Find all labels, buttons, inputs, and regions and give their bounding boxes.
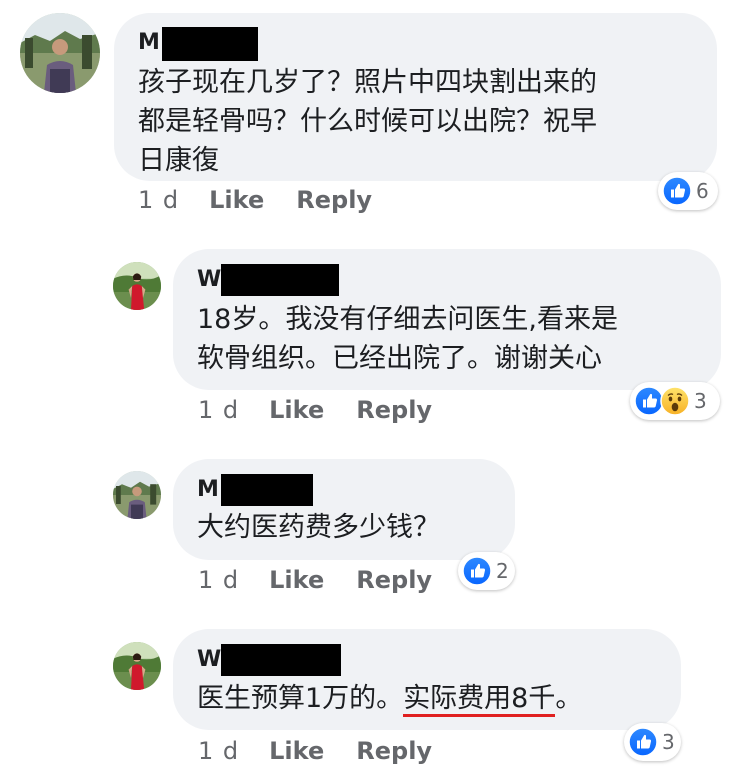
commenter-avatar[interactable] <box>113 642 161 690</box>
redacted-name-block <box>221 644 341 676</box>
comment-text-line: 大约医药费多少钱？ <box>197 512 440 543</box>
underlined-text: 实际费用8千 <box>403 683 556 717</box>
commenter-avatar[interactable] <box>113 471 161 519</box>
commenter-name[interactable]: M <box>138 30 160 55</box>
avatar-image <box>113 262 161 310</box>
commenter-name[interactable]: W <box>197 267 221 292</box>
comment-text-line: 日康復 <box>138 145 219 176</box>
like-link[interactable]: Like <box>209 186 264 214</box>
commenter-avatar[interactable] <box>20 13 100 93</box>
reaction-count: 6 <box>696 179 709 203</box>
comment-timestamp[interactable]: 1 d <box>198 566 239 594</box>
like-icon <box>628 727 658 757</box>
comment-timestamp[interactable]: 1 d <box>198 396 239 424</box>
redacted-name-block <box>162 27 258 61</box>
redacted-name-block <box>221 474 313 506</box>
comment-timestamp[interactable]: 1 d <box>138 186 179 214</box>
redacted-name-block <box>221 264 339 296</box>
comment-text-part: 医生预算1万的。 <box>197 683 404 714</box>
reply-link[interactable]: Reply <box>356 396 432 424</box>
reaction-count: 3 <box>694 389 707 413</box>
comment-text-line: 孩子现在几岁了？照片中四块割出来的 <box>138 67 597 98</box>
reaction-summary[interactable]: 3 <box>624 723 681 761</box>
comment-text: 医生预算1万的。实际费用8千。 <box>197 679 677 718</box>
commenter-name[interactable]: M <box>197 477 219 502</box>
reaction-count: 3 <box>662 730 675 754</box>
comment-timestamp[interactable]: 1 d <box>198 737 239 765</box>
like-link[interactable]: Like <box>269 737 324 765</box>
comment-bubble: M 孩子现在几岁了？照片中四块割出来的 都是轻骨吗？什么时候可以出院？祝早 日康… <box>114 13 717 181</box>
reaction-count: 2 <box>496 559 509 583</box>
comment-text-part: 。 <box>555 683 583 714</box>
wow-icon <box>660 386 690 416</box>
comment-actions: 1 d Like Reply <box>138 186 372 214</box>
comment-actions: 1 d Like Reply <box>198 737 432 765</box>
commenter-avatar[interactable] <box>113 262 161 310</box>
reaction-summary[interactable]: 6 <box>658 172 718 210</box>
reply-link[interactable]: Reply <box>356 737 432 765</box>
avatar-image <box>113 642 161 690</box>
reaction-summary[interactable]: 2 <box>458 552 515 590</box>
reply-link[interactable]: Reply <box>296 186 372 214</box>
reply-link[interactable]: Reply <box>356 566 432 594</box>
comment-text: 孩子现在几岁了？照片中四块割出来的 都是轻骨吗？什么时候可以出院？祝早 日康復 <box>138 63 708 180</box>
like-link[interactable]: Like <box>269 396 324 424</box>
comment-bubble: W 18岁。我没有仔细去问医生,看来是 软骨组织。已经出院了。谢谢关心 <box>173 249 721 390</box>
comment-bubble: W 医生预算1万的。实际费用8千。 <box>173 629 681 730</box>
comment-text-line: 都是轻骨吗？什么时候可以出院？祝早 <box>138 106 597 137</box>
comment-text-line: 18岁。我没有仔细去问医生,看来是 <box>197 304 618 335</box>
comment-text: 18岁。我没有仔细去问医生,看来是 软骨组织。已经出院了。谢谢关心 <box>197 300 717 378</box>
like-icon <box>662 176 692 206</box>
commenter-name[interactable]: W <box>197 647 221 672</box>
avatar-image <box>113 471 161 519</box>
reaction-summary[interactable]: 3 <box>630 382 720 420</box>
comment-actions: 1 d Like Reply <box>198 566 432 594</box>
like-link[interactable]: Like <box>269 566 324 594</box>
comment-text-line: 软骨组织。已经出院了。谢谢关心 <box>197 343 602 374</box>
comment-actions: 1 d Like Reply <box>198 396 432 424</box>
like-icon <box>462 556 492 586</box>
comment-text: 大约医药费多少钱？ <box>197 508 507 547</box>
avatar-image <box>20 13 100 93</box>
comment-bubble: M 大约医药费多少钱？ <box>173 459 515 560</box>
